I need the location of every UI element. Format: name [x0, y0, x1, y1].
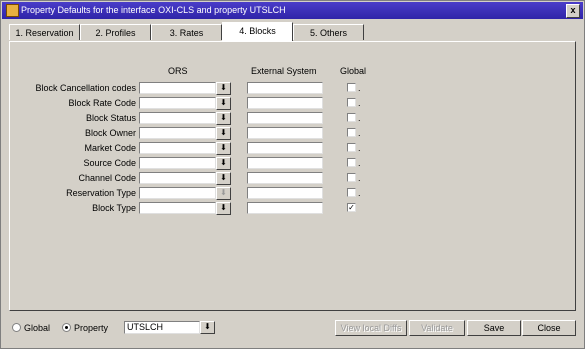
- ors-dropdown-icon[interactable]: ⬇: [216, 112, 231, 125]
- ors-dropdown-icon[interactable]: ⬇: [216, 142, 231, 155]
- external-system-column-header: External System: [251, 66, 317, 76]
- validate-button[interactable]: Validate: [409, 320, 465, 336]
- ors-dropdown-icon[interactable]: ⬇: [216, 82, 231, 95]
- row-label: Block Status: [85, 113, 136, 123]
- row-label: Block Rate Code: [68, 98, 136, 108]
- view-local-diffs-button[interactable]: View local Diffs: [335, 320, 407, 336]
- dialog-window: Property Defaults for the interface OXI-…: [0, 0, 585, 349]
- property-radio[interactable]: [62, 323, 71, 332]
- app-icon: [6, 4, 19, 17]
- global-checkbox[interactable]: [347, 113, 356, 122]
- global-indicator-dot: .: [358, 143, 361, 153]
- ors-value-input[interactable]: [139, 142, 216, 154]
- external-system-input[interactable]: [247, 172, 323, 184]
- ors-value-input[interactable]: [139, 157, 216, 169]
- ors-dropdown-icon[interactable]: ⬇: [216, 187, 231, 200]
- ors-dropdown-icon[interactable]: ⬇: [216, 172, 231, 185]
- global-indicator-dot: .: [358, 83, 361, 93]
- global-checkbox[interactable]: [347, 83, 356, 92]
- ors-value-input[interactable]: [139, 97, 216, 109]
- external-system-input[interactable]: [247, 202, 323, 214]
- property-radio-label: Property: [74, 323, 109, 333]
- property-select[interactable]: UTSLCH: [124, 321, 200, 334]
- global-checkbox[interactable]: [347, 188, 356, 197]
- ors-value-input[interactable]: [139, 112, 216, 124]
- ors-column-header: ORS: [168, 66, 188, 76]
- blocks-panel: ORS External System Global Block Cancell…: [9, 41, 576, 311]
- external-system-input[interactable]: [247, 127, 323, 139]
- external-system-input[interactable]: [247, 157, 323, 169]
- global-checkbox[interactable]: [347, 98, 356, 107]
- global-checkbox[interactable]: [347, 173, 356, 182]
- tab-profiles[interactable]: 2. Profiles: [80, 24, 151, 40]
- external-system-input[interactable]: [247, 187, 323, 199]
- row-label: Block Type: [92, 203, 136, 213]
- global-checkbox[interactable]: [347, 128, 356, 137]
- global-indicator-dot: .: [358, 128, 361, 138]
- ors-value-input[interactable]: [139, 82, 216, 94]
- window-title: Property Defaults for the interface OXI-…: [21, 5, 286, 15]
- tab-reservation[interactable]: 1. Reservation: [9, 24, 80, 40]
- close-window-button[interactable]: x: [566, 4, 580, 18]
- external-system-input[interactable]: [247, 82, 323, 94]
- ors-value-input[interactable]: [139, 202, 216, 214]
- row-label: Block Cancellation codes: [35, 83, 136, 93]
- row-label: Market Code: [84, 143, 136, 153]
- global-column-header: Global: [340, 66, 367, 76]
- row-label: Reservation Type: [66, 188, 136, 198]
- ors-value-input[interactable]: [139, 187, 216, 199]
- ors-dropdown-icon[interactable]: ⬇: [216, 97, 231, 110]
- global-indicator-dot: .: [358, 98, 361, 108]
- global-checkbox[interactable]: ✓: [347, 203, 356, 212]
- ors-dropdown-icon[interactable]: ⬇: [216, 127, 231, 140]
- row-label: Source Code: [83, 158, 136, 168]
- tab-blocks[interactable]: 4. Blocks: [222, 22, 293, 41]
- global-indicator-dot: .: [358, 158, 361, 168]
- external-system-input[interactable]: [247, 112, 323, 124]
- row-label: Channel Code: [78, 173, 136, 183]
- global-indicator-dot: .: [358, 113, 361, 123]
- save-button[interactable]: Save: [467, 320, 521, 336]
- global-radio-label: Global: [24, 323, 51, 333]
- global-radio[interactable]: [12, 323, 21, 332]
- tab-others[interactable]: 5. Others: [293, 24, 364, 40]
- ors-dropdown-icon[interactable]: ⬇: [216, 202, 231, 215]
- title-bar: Property Defaults for the interface OXI-…: [2, 2, 583, 19]
- ors-dropdown-icon[interactable]: ⬇: [216, 157, 231, 170]
- global-checkbox[interactable]: [347, 158, 356, 167]
- close-button[interactable]: Close: [522, 320, 576, 336]
- external-system-input[interactable]: [247, 97, 323, 109]
- global-indicator-dot: .: [358, 173, 361, 183]
- tab-rates[interactable]: 3. Rates: [151, 24, 222, 40]
- global-checkbox[interactable]: [347, 143, 356, 152]
- global-indicator-dot: .: [358, 188, 361, 198]
- ors-value-input[interactable]: [139, 127, 216, 139]
- external-system-input[interactable]: [247, 142, 323, 154]
- ors-value-input[interactable]: [139, 172, 216, 184]
- row-label: Block Owner: [84, 128, 136, 138]
- property-dropdown-icon[interactable]: ⬇: [200, 321, 215, 334]
